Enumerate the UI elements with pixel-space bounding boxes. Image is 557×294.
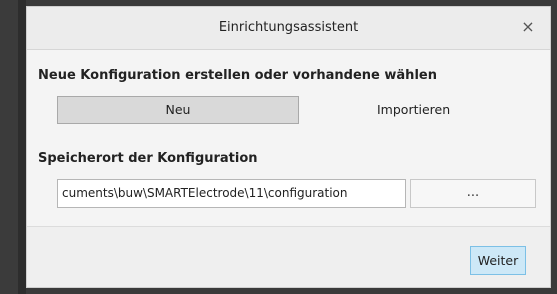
browse-button[interactable]: ... [410, 179, 536, 208]
close-icon[interactable]: × [518, 17, 538, 37]
dialog-titlebar: Einrichtungsassistent × [27, 7, 550, 50]
background-separator [18, 0, 26, 294]
configuration-path-input[interactable]: cuments\buw\SMARTElectrode\11\configurat… [57, 179, 406, 208]
background-panel [0, 0, 18, 294]
import-configuration-button[interactable]: Importieren [377, 102, 467, 118]
dialog-title: Einrichtungsassistent [218, 20, 359, 35]
config-section-label: Neue Konfiguration erstellen oder vorhan… [38, 68, 437, 83]
setup-wizard-dialog: Einrichtungsassistent × Neue Konfigurati… [26, 6, 551, 288]
new-configuration-button[interactable]: Neu [57, 96, 299, 124]
next-button[interactable]: Weiter [470, 246, 526, 275]
location-section-label: Speicherort der Konfiguration [38, 151, 258, 166]
